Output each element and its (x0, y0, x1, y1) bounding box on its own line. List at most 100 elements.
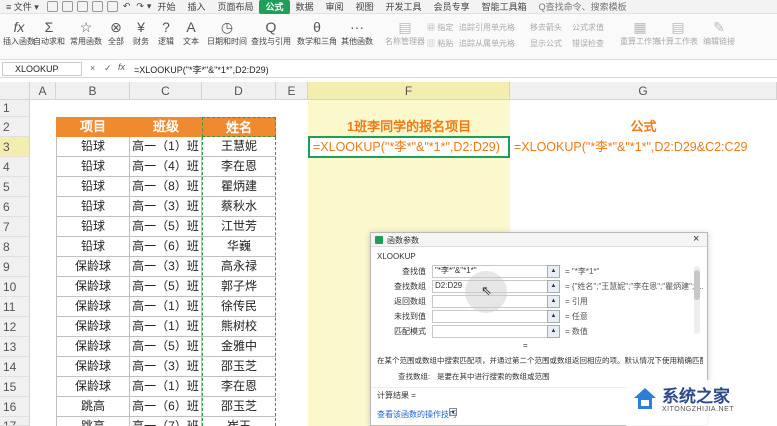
undo-icon[interactable]: ↶ (123, 1, 131, 12)
cell-class[interactable]: 高一（1）班 (130, 297, 202, 317)
row-header[interactable]: 11 (0, 297, 30, 317)
all-functions-button[interactable]: ⊗ 全部 (108, 18, 124, 47)
row-header[interactable]: 6 (0, 197, 30, 217)
paste-icon[interactable] (106, 1, 118, 12)
tab-view[interactable]: 视图 (350, 0, 380, 14)
header-project[interactable]: 项目 (56, 117, 130, 137)
preview-icon[interactable] (76, 1, 88, 12)
row-header[interactable]: 17 (0, 417, 30, 426)
tab-developer[interactable]: 开发工具 (380, 0, 428, 14)
scrollbar-thumb[interactable] (694, 270, 700, 300)
common-functions-button[interactable]: ☆ 常用函数 (70, 18, 102, 47)
tab-formulas[interactable]: 公式 (259, 0, 290, 14)
row-header[interactable]: 1 (0, 100, 30, 117)
dialog-titlebar[interactable]: 函数参数 × (371, 233, 707, 247)
row-header[interactable]: 7 (0, 217, 30, 237)
cell-project[interactable]: 铅球 (56, 237, 130, 257)
col-header-d[interactable]: D (202, 82, 276, 100)
cell-class[interactable]: 高一（5）班 (130, 277, 202, 297)
tab-insert[interactable]: 插入 (181, 0, 211, 14)
tab-page-layout[interactable]: 页面布局 (211, 0, 259, 14)
match-mode-input[interactable] (432, 325, 548, 338)
row-header[interactable]: 4 (0, 157, 30, 177)
copy-icon[interactable] (91, 1, 103, 12)
cell-class[interactable]: 高一（3）班 (130, 257, 202, 277)
select-all-corner[interactable] (0, 82, 30, 100)
remove-arrows-button[interactable]: 移去箭头 (530, 22, 562, 33)
cell-class[interactable]: 高一（3）班 (130, 197, 202, 217)
recalc-workbook-button[interactable]: ▦ 重算工作簿 (620, 18, 660, 47)
specify-button[interactable]: ▦ 指定 (427, 22, 453, 33)
row-header[interactable]: 9 (0, 257, 30, 277)
cell-class[interactable]: 高一（5）班 (130, 217, 202, 237)
date-time-button[interactable]: ◷ 日期和时间 (207, 18, 247, 47)
trace-precedents-button[interactable]: 追踪引用单元格 (459, 22, 515, 33)
row-header[interactable]: 13 (0, 337, 30, 357)
col-header-g[interactable]: G (510, 82, 777, 100)
tab-home[interactable]: 开始 (151, 0, 181, 14)
cell-project[interactable]: 铅球 (56, 157, 130, 177)
cell-project[interactable]: 铅球 (56, 177, 130, 197)
error-check-button[interactable]: 错误检查 (572, 38, 604, 49)
row-header[interactable]: 3 (0, 137, 30, 157)
row-header[interactable]: 14 (0, 357, 30, 377)
cell-project[interactable]: 保龄球 (56, 297, 130, 317)
cell-project[interactable]: 跳高 (56, 417, 130, 426)
dropdown-icon[interactable]: ▾ (449, 408, 457, 416)
help-link[interactable]: 查看该函数的操作技巧 (377, 409, 457, 420)
math-trig-button[interactable]: θ 数学和三角 (297, 18, 337, 47)
paste-name-button[interactable]: ▥ 粘贴 (427, 38, 453, 49)
cell-project[interactable]: 跳高 (56, 397, 130, 417)
args-scrollbar[interactable] (694, 266, 700, 334)
tab-member[interactable]: 会员专享 (428, 0, 476, 14)
more-functions-button[interactable]: ··· 其他函数 (341, 18, 373, 47)
confirm-icon[interactable]: ✓ (104, 63, 112, 74)
cell-class[interactable]: 高一（1）班 (130, 317, 202, 337)
cell-class[interactable]: 高一（5）班 (130, 337, 202, 357)
calc-sheet-button[interactable]: ▤ 计算工作表 (658, 18, 698, 47)
edit-links-button[interactable]: ✎ 编辑链接 (703, 18, 735, 47)
cell-project[interactable]: 铅球 (56, 217, 130, 237)
cell-class[interactable]: 高一（1）班 (130, 137, 202, 157)
row-header[interactable]: 16 (0, 397, 30, 417)
cell-project[interactable]: 保龄球 (56, 377, 130, 397)
col-header-a[interactable]: A (30, 82, 56, 100)
cell-project[interactable]: 保龄球 (56, 357, 130, 377)
collapse-icon[interactable]: ▲ (547, 325, 560, 338)
trace-dependents-button[interactable]: 追踪从属单元格 (459, 38, 515, 49)
close-icon[interactable]: × (693, 233, 699, 245)
cell-class[interactable]: 高一（6）班 (130, 397, 202, 417)
header-class[interactable]: 班级 (130, 117, 202, 137)
financial-button[interactable]: ¥ 财务 (133, 18, 149, 47)
active-cell-f3[interactable]: =XLOOKUP("*李*"&"*1*",D2:D29) (308, 136, 510, 158)
g-formula-cell[interactable]: =XLOOKUP("*李*"&"*1*",D2:D29&C2:C29 (514, 137, 777, 157)
collapse-icon[interactable]: ▲ (547, 280, 560, 293)
row-header[interactable]: 10 (0, 277, 30, 297)
cancel-icon[interactable]: × (90, 63, 95, 73)
file-menu[interactable]: ≡ 文件 ▾ (0, 0, 45, 14)
logical-button[interactable]: ? 逻辑 (158, 18, 174, 47)
cell-project[interactable]: 保龄球 (56, 277, 130, 297)
tab-data[interactable]: 数据 (290, 0, 320, 14)
fx-icon[interactable]: fx (118, 62, 125, 72)
col-header-f[interactable]: F (308, 82, 510, 100)
row-header[interactable]: 15 (0, 377, 30, 397)
g-header-cell[interactable]: 公式 (510, 117, 777, 137)
show-formulas-button[interactable]: 显示公式 (530, 38, 562, 49)
row-header[interactable]: 12 (0, 317, 30, 337)
cell-project[interactable]: 铅球 (56, 137, 130, 157)
name-manager-button[interactable]: ▤ 名称管理器 (385, 18, 425, 47)
collapse-icon[interactable]: ▲ (547, 265, 560, 278)
tab-review[interactable]: 审阅 (320, 0, 350, 14)
cell-class[interactable]: 高一（8）班 (130, 177, 202, 197)
collapse-icon[interactable]: ▲ (547, 310, 560, 323)
evaluate-formula-button[interactable]: 公式求值 (572, 22, 604, 33)
cell-class[interactable]: 高一（7）班 (130, 417, 202, 426)
col-header-c[interactable]: C (130, 82, 202, 100)
row-header[interactable]: 2 (0, 117, 30, 137)
cell-project[interactable]: 保龄球 (56, 317, 130, 337)
insert-function-button[interactable]: fx 插入函数 (3, 18, 35, 47)
formula-input[interactable]: =XLOOKUP("*李*"&"*1*",D2:D29) (134, 63, 269, 76)
cell-class[interactable]: 高一（3）班 (130, 357, 202, 377)
name-box[interactable]: XLOOKUP (2, 62, 82, 76)
